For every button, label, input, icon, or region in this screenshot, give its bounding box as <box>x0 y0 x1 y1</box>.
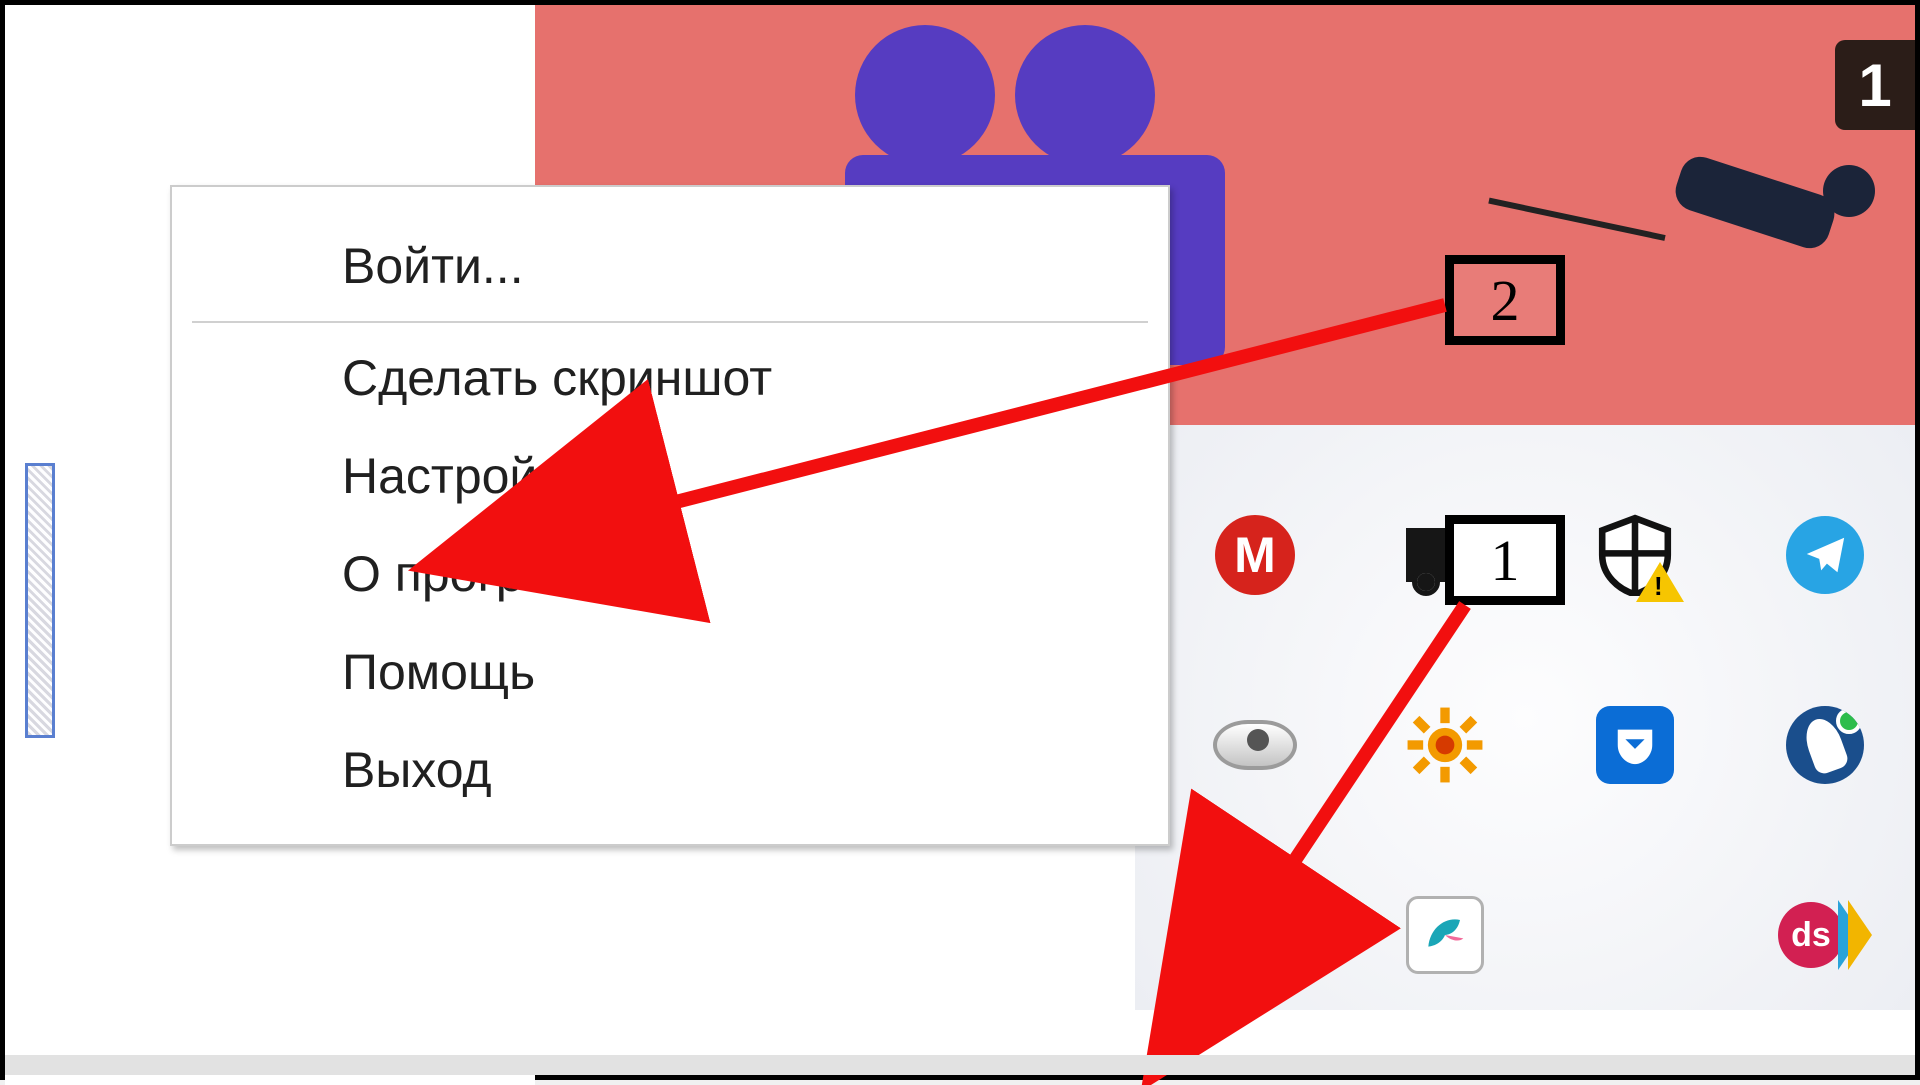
menu-item-exit[interactable]: Выход <box>172 721 1168 819</box>
annotation-arrow-1-to-feather <box>1205 565 1605 970</box>
pocket-icon <box>1596 706 1674 784</box>
annotation-arrow-2-to-settings <box>585 285 1485 590</box>
bottom-edge <box>5 1055 1915 1075</box>
tray-icon-rocket[interactable] <box>1735 655 1915 835</box>
menu-item-help[interactable]: Помощь <box>172 623 1168 721</box>
rocket-icon <box>1786 706 1864 784</box>
corner-badge-text: 1 <box>1858 51 1891 120</box>
telegram-icon <box>1786 516 1864 594</box>
illustration-person <box>1535 125 1905 365</box>
four-squares-icon <box>1596 896 1674 974</box>
annotation-label: 2 <box>1491 267 1520 334</box>
selected-item-edge <box>25 463 55 738</box>
corner-badge: 1 <box>1835 40 1915 130</box>
tray-icon-telegram[interactable] <box>1735 465 1915 645</box>
canvas: 1 M <box>0 0 1920 1080</box>
shield-warning-icon <box>1594 514 1676 596</box>
ds-play-icon: ds <box>1775 896 1875 974</box>
tray-icon-ds[interactable]: ds <box>1735 845 1915 1025</box>
